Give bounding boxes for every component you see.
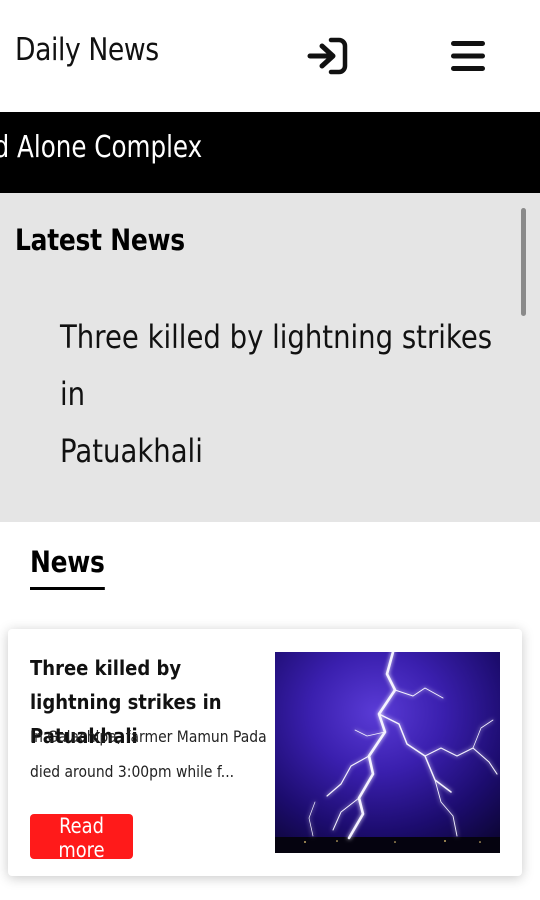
latest-news-list: Three killed by lightning strikes in Pat… <box>60 309 520 522</box>
ticker-text[interactable]: nd Alone Complex <box>0 130 202 165</box>
sign-in-icon <box>307 37 348 75</box>
news-section-heading: News <box>30 545 105 590</box>
hamburger-menu-icon <box>451 41 485 71</box>
latest-news-item-line: BRT girder tragedy: 10 accused <box>60 510 524 522</box>
lightning-photo[interactable] <box>275 652 500 853</box>
sign-in-button[interactable] <box>307 37 349 75</box>
read-more-label: Read more <box>58 814 105 862</box>
latest-news-item-line: Patuakhali <box>60 432 203 470</box>
site-header: Daily News <box>0 0 540 112</box>
latest-news-item[interactable]: BRT girder tragedy: 10 accused <box>60 510 524 522</box>
site-brand[interactable]: Daily News <box>15 32 159 68</box>
read-more-button[interactable]: Read more <box>30 814 133 862</box>
news-card: Three killed by lightning strikes in Pat… <box>8 629 522 876</box>
news-ticker: nd Alone Complex <box>0 112 540 193</box>
latest-news-scrollbar[interactable] <box>521 208 526 316</box>
menu-button[interactable] <box>450 39 486 73</box>
latest-news-title: Latest News <box>15 223 185 257</box>
latest-news-item-line: Three killed by lightning strikes in <box>60 318 493 413</box>
latest-news-item[interactable]: Three killed by lightning strikes in Pat… <box>60 309 524 480</box>
latest-news-panel[interactable]: Latest News Three killed by lightning st… <box>0 193 540 522</box>
news-card-summary: In Galachipa, farmer Mamun Pada died aro… <box>30 727 267 781</box>
